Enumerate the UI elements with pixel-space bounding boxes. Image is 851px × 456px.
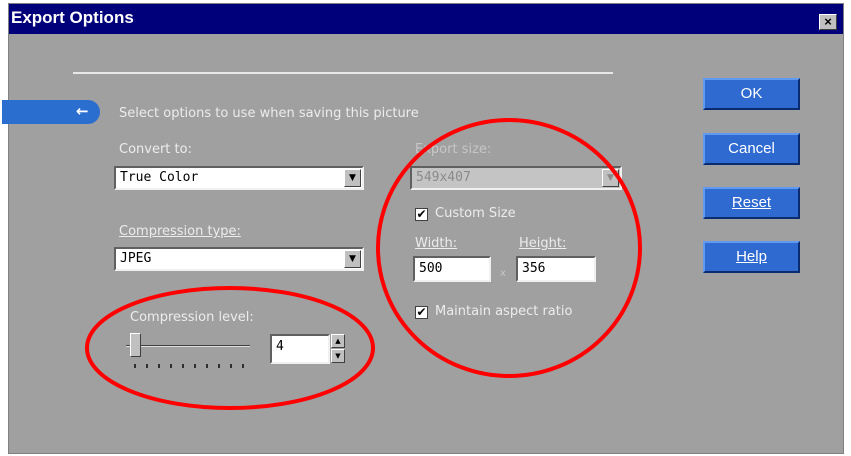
height-value: 356 (522, 261, 546, 276)
convert-to-value: True Color (120, 170, 199, 185)
help-button[interactable]: Help (703, 241, 800, 273)
slider-tick (242, 364, 244, 368)
compression-type-select[interactable]: JPEG ▼ (114, 247, 364, 271)
slider-tick (146, 364, 148, 368)
width-value: 500 (419, 261, 443, 276)
cancel-button[interactable]: Cancel (703, 133, 800, 165)
spin-up-icon[interactable]: ▲ (331, 334, 345, 348)
size-separator: x (500, 268, 506, 279)
ok-button[interactable]: OK (703, 78, 800, 110)
slider-tick (206, 364, 208, 368)
height-label: Height: (519, 236, 567, 251)
intro-text: Select options to use when saving this p… (119, 106, 419, 121)
convert-to-label: Convert to: (119, 142, 192, 157)
width-input[interactable]: 500 (413, 256, 491, 282)
maintain-aspect-label: Maintain aspect ratio (435, 304, 573, 319)
slider-tick (134, 364, 136, 368)
compression-type-label: Compression type: (119, 224, 241, 239)
chevron-down-icon: ▼ (602, 169, 619, 187)
arrow-left-icon: ← (76, 102, 89, 120)
compression-slider-thumb[interactable] (130, 333, 141, 357)
close-button[interactable]: × (819, 14, 837, 30)
separator-line (73, 72, 613, 74)
slider-tick (230, 364, 232, 368)
slider-tick (194, 364, 196, 368)
compression-type-value: JPEG (120, 251, 152, 266)
compression-level-label: Compression level: (130, 310, 254, 325)
chevron-down-icon[interactable]: ▼ (344, 250, 361, 268)
compression-level-input[interactable]: 4 (270, 334, 330, 364)
compression-level-value: 4 (276, 339, 284, 354)
close-icon: × (824, 14, 832, 29)
title-bar: Export Options × (9, 4, 843, 34)
intro-arrow-tab: ← (2, 100, 100, 124)
slider-tick (170, 364, 172, 368)
spin-down-icon[interactable]: ▼ (331, 349, 345, 363)
dialog-title: Export Options (11, 8, 134, 27)
custom-size-label: Custom Size (435, 206, 516, 221)
slider-tick (158, 364, 160, 368)
height-input[interactable]: 356 (516, 256, 596, 282)
compression-slider-track[interactable] (126, 345, 250, 347)
export-size-select: 549x407 ▼ (410, 166, 622, 190)
convert-to-select[interactable]: True Color ▼ (114, 166, 364, 190)
maintain-aspect-checkbox[interactable]: ✔ (415, 306, 428, 319)
slider-tick (182, 364, 184, 368)
chevron-down-icon[interactable]: ▼ (344, 169, 361, 187)
width-label: Width: (415, 236, 458, 251)
custom-size-checkbox[interactable]: ✔ (415, 208, 428, 221)
export-size-label: Export size: (415, 142, 492, 157)
export-size-value: 549x407 (416, 170, 471, 185)
slider-tick (218, 364, 220, 368)
reset-button[interactable]: Reset (703, 187, 800, 219)
